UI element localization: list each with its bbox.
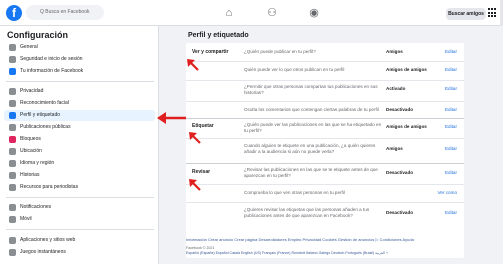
language-icon bbox=[9, 160, 16, 167]
row-divider bbox=[186, 202, 464, 203]
sidebar-item-apps[interactable]: Aplicaciones y sitios web bbox=[4, 235, 155, 246]
row-divider bbox=[186, 101, 464, 102]
location-icon bbox=[9, 148, 16, 155]
sidebar-item-instant-games[interactable]: Juegos instantáneos bbox=[4, 247, 155, 258]
footer-copyright: Facebook © 2021 bbox=[186, 246, 215, 250]
edit-link[interactable]: Editar bbox=[445, 124, 457, 129]
sidebar-item-mobile[interactable]: Móvil bbox=[4, 214, 155, 225]
sidebar-item-profile-tagging[interactable]: Perfil y etiquetado bbox=[4, 110, 155, 121]
section-divider bbox=[186, 118, 464, 119]
sidebar-divider bbox=[6, 229, 154, 230]
sidebar-item-face-recognition[interactable]: Reconocimiento facial bbox=[4, 98, 155, 109]
setting-question: ¿Quieres revisar las etiquetas que las p… bbox=[244, 207, 370, 218]
edit-link[interactable]: Editar bbox=[445, 67, 457, 72]
top-bar: f Q Busca en Facebook ⌂ ⚇ ◉ Buscar amigo… bbox=[0, 0, 503, 26]
setting-value: Desactivado bbox=[386, 107, 414, 112]
shield-icon bbox=[9, 56, 16, 63]
sidebar-title: Configuración bbox=[7, 30, 68, 40]
find-friends-button[interactable]: Buscar amigos bbox=[446, 8, 486, 20]
setting-question: Oculta los comentarios que contengan cie… bbox=[244, 107, 379, 112]
sidebar-item-general[interactable]: General bbox=[4, 42, 155, 53]
setting-value: Desactivado bbox=[386, 210, 414, 215]
globe-icon bbox=[9, 124, 16, 131]
section-label-tagging: Etiquetar bbox=[192, 123, 214, 129]
mobile-icon bbox=[9, 216, 16, 223]
bell-icon bbox=[9, 204, 16, 211]
menu-grid-icon[interactable] bbox=[488, 8, 498, 18]
setting-question: ¿Revisar las publicaciones en las que se… bbox=[244, 167, 378, 178]
edit-link[interactable]: Editar bbox=[445, 107, 457, 112]
settings-panel: Ver y compartir ¿Quién puede publicar en… bbox=[186, 43, 464, 258]
sidebar-item-location[interactable]: Ubicación bbox=[4, 146, 155, 157]
annotation-arrow-tagging bbox=[189, 132, 201, 144]
tag-icon bbox=[9, 112, 16, 119]
view-as-link[interactable]: Ver como bbox=[438, 190, 457, 195]
row-divider bbox=[186, 138, 464, 139]
setting-value: Amigos bbox=[386, 49, 403, 54]
annotation-arrow-review bbox=[189, 179, 201, 191]
edit-link[interactable]: Editar bbox=[445, 86, 457, 91]
edit-link[interactable]: Editar bbox=[445, 170, 457, 175]
search-input[interactable]: Q Busca en Facebook bbox=[26, 5, 104, 20]
sidebar-item-notifications[interactable]: Notificaciones bbox=[4, 202, 155, 213]
news-icon bbox=[9, 184, 16, 191]
edit-link[interactable]: Editar bbox=[445, 49, 457, 54]
facebook-logo[interactable]: f bbox=[6, 5, 22, 21]
gear-icon bbox=[9, 44, 16, 51]
setting-value: Amigos de amigos bbox=[386, 124, 427, 129]
setting-value: Amigos de amigos bbox=[386, 67, 427, 72]
setting-question: Cuando alguien te etiquete en una public… bbox=[244, 143, 376, 154]
lock-icon bbox=[9, 88, 16, 95]
footer-links[interactable]: Información Crear anuncio Crear página D… bbox=[186, 237, 464, 242]
row-divider bbox=[186, 80, 464, 81]
face-icon bbox=[9, 100, 16, 107]
sidebar-item-stories[interactable]: Historias bbox=[4, 170, 155, 181]
sidebar-item-language[interactable]: Idioma y región bbox=[4, 158, 155, 169]
edit-link[interactable]: Editar bbox=[445, 146, 457, 151]
sidebar-item-your-info[interactable]: Tu información de Facebook bbox=[4, 66, 155, 77]
section-divider bbox=[186, 163, 464, 164]
setting-question: Quién puede ver lo que otros publican en… bbox=[244, 67, 345, 72]
apps-icon bbox=[9, 237, 16, 244]
setting-question: ¿Quién puede publicar en tu perfil? bbox=[244, 49, 316, 54]
annotation-arrow-sidebar bbox=[157, 112, 186, 124]
home-icon[interactable]: ⌂ bbox=[222, 6, 236, 20]
facebook-icon bbox=[9, 68, 16, 75]
settings-sidebar: Configuración General Seguridad e inicio… bbox=[0, 26, 159, 264]
setting-value: Amigos bbox=[386, 146, 403, 151]
friends-icon[interactable]: ⚇ bbox=[265, 6, 279, 20]
footer-languages[interactable]: Español (España) Español Català English … bbox=[186, 251, 464, 255]
games-icon bbox=[9, 249, 16, 256]
edit-link[interactable]: Editar bbox=[445, 210, 457, 215]
sidebar-item-security[interactable]: Seguridad e inicio de sesión bbox=[4, 54, 155, 65]
annotation-arrow-view-share bbox=[187, 59, 199, 71]
setting-question: ¿Permitir que otras personas compartan t… bbox=[244, 84, 378, 95]
sidebar-divider bbox=[6, 81, 154, 82]
setting-value: Desactivado bbox=[386, 170, 414, 175]
sidebar-item-journalist-resources[interactable]: Recursos para periodistas bbox=[4, 182, 155, 193]
page-title: Perfil y etiquetado bbox=[188, 32, 249, 39]
setting-value: Activado bbox=[386, 86, 406, 91]
sidebar-divider bbox=[6, 197, 154, 198]
sidebar-item-privacy[interactable]: Privacidad bbox=[4, 86, 155, 97]
sidebar-item-public-posts[interactable]: Publicaciones públicas bbox=[4, 122, 155, 133]
groups-icon[interactable]: ◉ bbox=[307, 6, 321, 20]
stories-icon bbox=[9, 172, 16, 179]
row-divider bbox=[186, 61, 464, 62]
setting-question: Comprueba lo que ven otras personas en t… bbox=[244, 190, 345, 195]
section-label-view-share: Ver y compartir bbox=[192, 49, 229, 55]
sidebar-item-blocking[interactable]: Bloqueos bbox=[4, 134, 155, 145]
row-divider bbox=[186, 184, 464, 185]
section-label-review: Revisar bbox=[192, 169, 211, 175]
block-icon bbox=[9, 136, 16, 143]
setting-question: ¿Quién puede ver las publicaciones en la… bbox=[244, 122, 382, 133]
